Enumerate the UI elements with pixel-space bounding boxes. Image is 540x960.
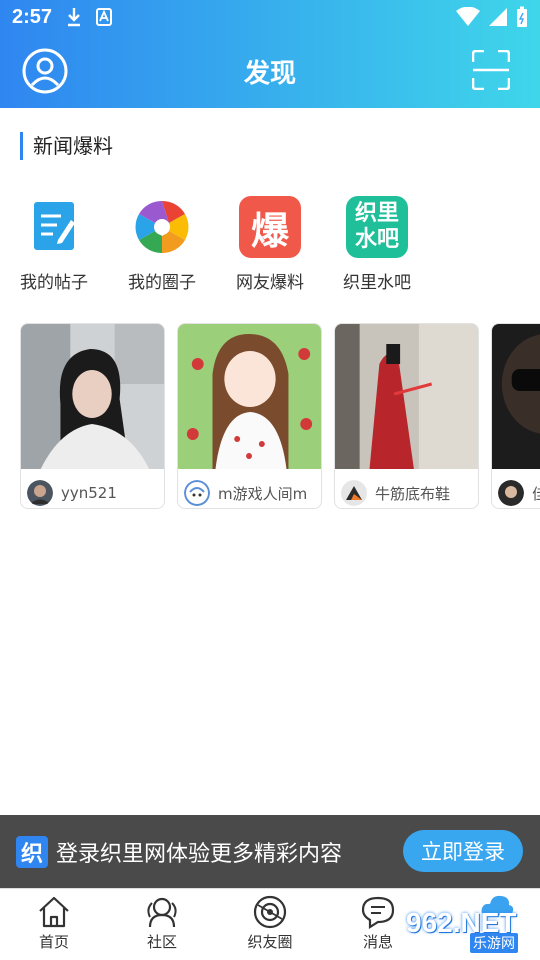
scan-icon[interactable] (472, 50, 510, 90)
card-meta: yyn521 (21, 473, 164, 508)
note-pencil-icon (23, 196, 85, 258)
download-icon (68, 8, 81, 27)
page-title: 发现 (243, 58, 296, 89)
circle-icon (253, 895, 287, 929)
card-photo (492, 324, 540, 469)
card-username: yyn521 (61, 484, 117, 502)
status-left: 2:57 (12, 5, 113, 29)
shortcut-grid: 我的帖子 我的圈子 爆 网友爆料 织里 水吧 织里水吧 (0, 190, 540, 300)
community-icon (147, 897, 177, 928)
user-avatar (498, 480, 524, 506)
home-icon (39, 896, 69, 928)
header: 发现 (0, 34, 540, 108)
wifi-icon (456, 7, 480, 26)
card-meta: m游戏人间m (178, 473, 321, 508)
status-bar: 2:57 (0, 0, 540, 34)
circle-card[interactable]: yyn521 (20, 323, 165, 509)
tab-zhiyou-circle[interactable]: 织友圈 (225, 895, 315, 952)
tab-community[interactable]: 社区 (117, 895, 207, 952)
zhili-logo-icon: 织 (16, 835, 48, 868)
message-icon (361, 896, 395, 929)
shortcut-label: 织里水吧 (343, 273, 411, 293)
card-photo (21, 324, 164, 469)
card-username: 牛筋底布鞋 (375, 484, 451, 503)
tab-label: 社区 (146, 933, 177, 951)
shortcut-my-posts[interactable]: 我的帖子 (4, 190, 104, 293)
card-username: 佳 (532, 483, 540, 504)
signal-icon (489, 8, 507, 26)
shortcut-label: 网友爆料 (236, 273, 304, 293)
aperture-icon (131, 196, 193, 258)
status-icons (456, 6, 528, 28)
status-time: 2:57 (12, 5, 53, 28)
watermark-subtitle: 乐游网 (470, 933, 518, 953)
user-avatar (341, 480, 367, 506)
circle-cards[interactable]: yyn521 m游戏人间m 牛筋底布鞋 (20, 323, 540, 509)
zhili-shuiba-tile-icon: 织里 水吧 (346, 196, 408, 258)
bao-tile-text: 爆 (239, 196, 301, 258)
shortcut-label: 我的帖子 (20, 273, 88, 293)
site-watermark: 962.NET 乐游网 (400, 893, 540, 955)
shortcut-my-circles[interactable]: 我的圈子 (112, 190, 212, 293)
circle-card[interactable]: 佳 (491, 323, 540, 509)
login-prompt-bar: 织 登录织里网体验更多精彩内容 立即登录 (0, 815, 540, 888)
card-meta: 牛筋底布鞋 (335, 473, 478, 508)
app-notification-icon (96, 8, 113, 26)
login-prompt-text: 登录织里网体验更多精彩内容 (56, 841, 343, 867)
card-username: m游戏人间m (218, 484, 308, 503)
tab-home[interactable]: 首页 (9, 895, 99, 952)
user-avatar (27, 480, 53, 506)
user-avatar (184, 480, 210, 506)
shortcut-user-reports[interactable]: 爆 网友爆料 (220, 190, 320, 293)
card-photo (335, 324, 478, 469)
battery-icon (517, 6, 527, 27)
shortcut-label: 我的圈子 (128, 273, 196, 293)
shuiba-tile-text: 织里 水吧 (346, 196, 408, 258)
circle-card[interactable]: 牛筋底布鞋 (334, 323, 479, 509)
card-meta: 佳 (492, 473, 540, 508)
bao-tile-icon: 爆 (239, 196, 301, 258)
login-button[interactable]: 立即登录 (403, 830, 523, 872)
card-photo (178, 324, 321, 469)
section-title: 新闻爆料 (20, 132, 113, 160)
tab-label: 首页 (38, 933, 69, 951)
shortcut-zhili-shuiba[interactable]: 织里 水吧 织里水吧 (327, 190, 427, 293)
circle-card[interactable]: m游戏人间m (177, 323, 322, 509)
tab-label: 织友圈 (247, 933, 293, 951)
user-avatar-icon[interactable] (22, 48, 68, 94)
